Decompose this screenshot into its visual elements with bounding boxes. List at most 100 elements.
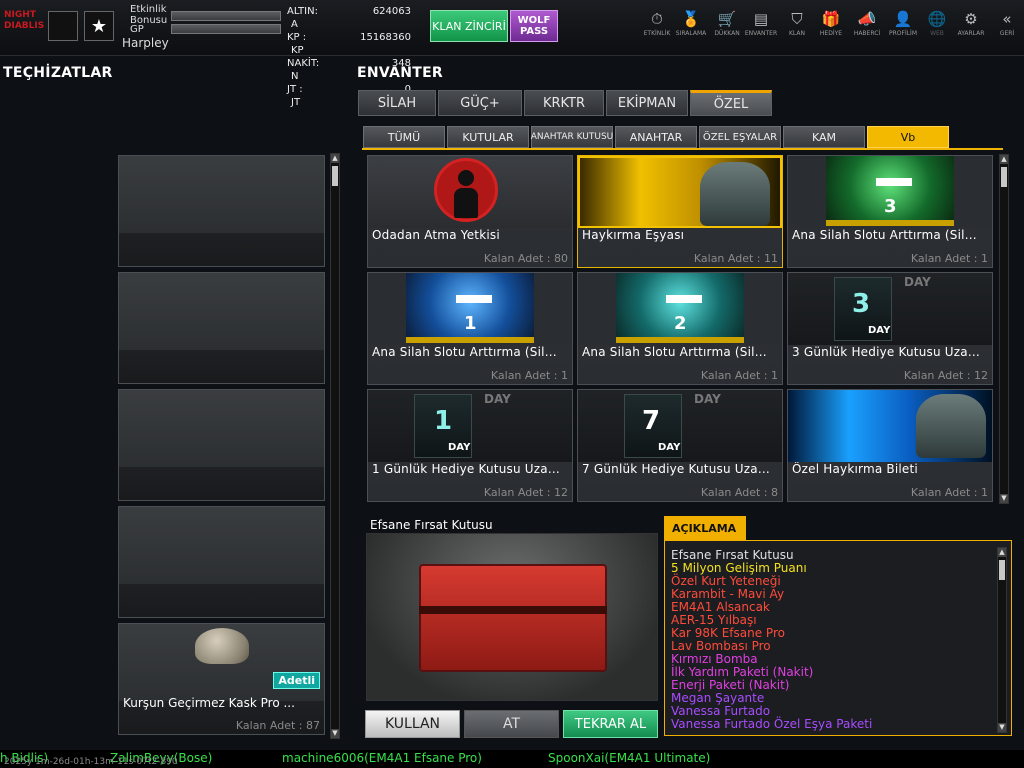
subtab-anahtar-kutusu[interactable]: ANAHTAR KUTUSU [531,126,613,148]
item-count: Kalan Adet : 1 [910,252,988,265]
subtab-anahtar[interactable]: ANAHTAR [615,126,697,148]
scroll-up-icon[interactable]: ▲ [331,154,339,163]
inventory-title: ENVANTER [357,65,444,81]
game-logo: NIGHT DIABLIS [4,10,45,31]
gp-bar [171,24,281,34]
subtab-kutular[interactable]: KUTULAR [447,126,529,148]
currency-row: ALTIN: 624063A [287,6,411,30]
nav-envanter[interactable]: ▤ ENVANTER [744,8,778,46]
equipment-slot[interactable] [118,155,325,267]
scroll-thumb[interactable] [332,166,338,186]
day-label-bg: DAY [694,392,721,406]
subtab-underline [362,148,1003,150]
rifle-icon [666,295,702,303]
item-name: Özel Haykırma Bileti [792,462,918,476]
scroll-down-icon[interactable]: ▼ [998,723,1006,732]
tab-ekipman[interactable]: EKİPMAN [606,90,688,116]
klan-chain-button[interactable]: KLAN ZİNCİRİ [430,10,508,42]
inventory-item[interactable]: 2 Ana Silah Slotu Arttırma (Sil... Kalan… [577,272,783,385]
cart-icon: 🛒 [717,10,737,28]
equipment-scrollbar[interactable]: ▲ ▼ [330,153,340,739]
inventory-item[interactable]: Özel Haykırma Bileti Kalan Adet : 1 [787,389,993,502]
nav-klan[interactable]: ⛉ KLAN [780,8,814,46]
day-number: 7 [642,406,661,436]
nav-web[interactable]: 🌐 WEB [920,8,954,46]
day-label-bg: DAY [904,275,931,289]
day-label-bg: DAY [484,392,511,406]
ticker-entry: machine6006(EM4A1 Efsane Pro) [282,751,482,765]
rifle-icon [456,295,492,303]
item-name: Haykırma Eşyası [582,228,685,242]
inventory-item[interactable]: Odadan Atma Yetkisi Kalan Adet : 80 [367,155,573,268]
subtab-tumu[interactable]: TÜMÜ [363,126,445,148]
item-name: 1 Günlük Hediye Kutusu Uza... [372,462,560,476]
description-scrollbar[interactable]: ▲ ▼ [997,547,1007,733]
inventory-item-selected[interactable]: Haykırma Eşyası Kalan Adet : 11 [577,155,783,268]
inventory-item[interactable]: 1 DAY DAY 1 Günlük Hediye Kutusu Uza... … [367,389,573,502]
item-count: Kalan Adet : 1 [490,369,568,382]
scroll-down-icon[interactable]: ▼ [331,729,339,738]
day-number: 3 [852,289,871,319]
tab-krktr[interactable]: KRKTR [524,90,604,116]
inventory-scrollbar[interactable]: ▲ ▼ [999,154,1009,504]
subtab-kam[interactable]: KAM [783,126,865,148]
nav-etkinlik[interactable]: ⏱ ETKİNLİK [640,8,674,46]
nav-hediye[interactable]: 🎁 HEDİYE [814,8,848,46]
inventory-item[interactable]: 1 Ana Silah Slotu Arttırma (Sil... Kalan… [367,272,573,385]
wolf-pass-button[interactable]: WOLF PASS [510,10,558,42]
equipment-slot[interactable] [118,389,325,501]
drop-button[interactable]: AT [464,710,559,738]
equipment-slot[interactable] [118,506,325,618]
use-button[interactable]: KULLAN [365,710,460,738]
repeat-button[interactable]: TEKRAR AL [563,710,658,738]
tab-silah[interactable]: SİLAH [358,90,436,116]
slot-number: 2 [674,313,687,334]
nav-haberci[interactable]: 📣 HABERCİ [850,8,884,46]
item-count: Kalan Adet : 12 [483,486,568,499]
inventory-item[interactable]: 3 Ana Silah Slotu Arttırma (Sil... Kalan… [787,155,993,268]
item-name: 3 Günlük Hediye Kutusu Uza... [792,345,980,359]
equipment-slot-helmet[interactable]: Adetli Kurşun Geçirmez Kask Pro ... Kala… [118,623,325,735]
gear-icon: ⚙ [964,10,978,28]
scroll-down-icon[interactable]: ▼ [1000,494,1008,503]
clan-emblem[interactable] [48,11,78,41]
item-name: Odadan Atma Yetkisi [372,228,500,242]
scroll-thumb[interactable] [999,560,1005,580]
nav-siralama[interactable]: 🏅 SIRALAMA [674,8,708,46]
etkinlik-bonus-bar [171,11,281,21]
slot-number: 3 [884,196,897,217]
scroll-up-icon[interactable]: ▲ [998,548,1006,557]
item-count: Kalan Adet : 8 [700,486,778,499]
red-crate-icon [419,564,607,672]
item-name: Ana Silah Slotu Arttırma (Sil... [792,228,977,242]
nav-profilim[interactable]: 👤 PROFİLİM [886,8,920,46]
nav-dukkan[interactable]: 🛒 DÜKKAN [710,8,744,46]
scroll-up-icon[interactable]: ▲ [1000,155,1008,164]
timestamp: 2025y 1m-26d-01h-13m-11s-07t2-890 [4,757,178,767]
item-thumbnail: 2 [578,273,782,345]
item-thumbnail [788,390,992,462]
inventory-item[interactable]: 3 DAY DAY 3 Günlük Hediye Kutusu Uza... … [787,272,993,385]
item-thumbnail: 1 [368,273,572,345]
day-label: DAY [868,325,891,336]
description-box: Efsane Fırsat Kutusu 5 Milyon Gelişim Pua… [664,540,1012,736]
day-number: 1 [434,406,453,436]
subtab-ozel-esyalar[interactable]: ÖZEL EŞYALAR [699,126,781,148]
rifle-icon [876,178,912,186]
item-count: Kalan Adet : 11 [693,252,778,265]
medal-icon: 🏅 [681,10,701,28]
adetli-badge: Adetli [273,672,320,689]
helmet-icon [195,628,249,664]
nav-geri[interactable]: «GERİ [990,8,1024,46]
item-thumbnail: 3 DAY DAY [788,273,992,345]
equipment-slot[interactable] [118,272,325,384]
nav-ayarlar[interactable]: ⚙ AYARLAR [954,8,988,46]
subtab-vb[interactable]: Vb [867,126,949,148]
item-count: Kalan Adet : 1 [910,486,988,499]
tab-ozel[interactable]: ÖZEL [690,90,772,116]
scroll-thumb[interactable] [1001,167,1007,187]
tab-guc[interactable]: GÜÇ+ [438,90,522,116]
item-name: Ana Silah Slotu Arttırma (Sil... [582,345,767,359]
etkinlik-bonus-label: Etkinlik Bonusu [130,4,168,26]
inventory-item[interactable]: 7 DAY DAY 7 Günlük Hediye Kutusu Uza... … [577,389,783,502]
